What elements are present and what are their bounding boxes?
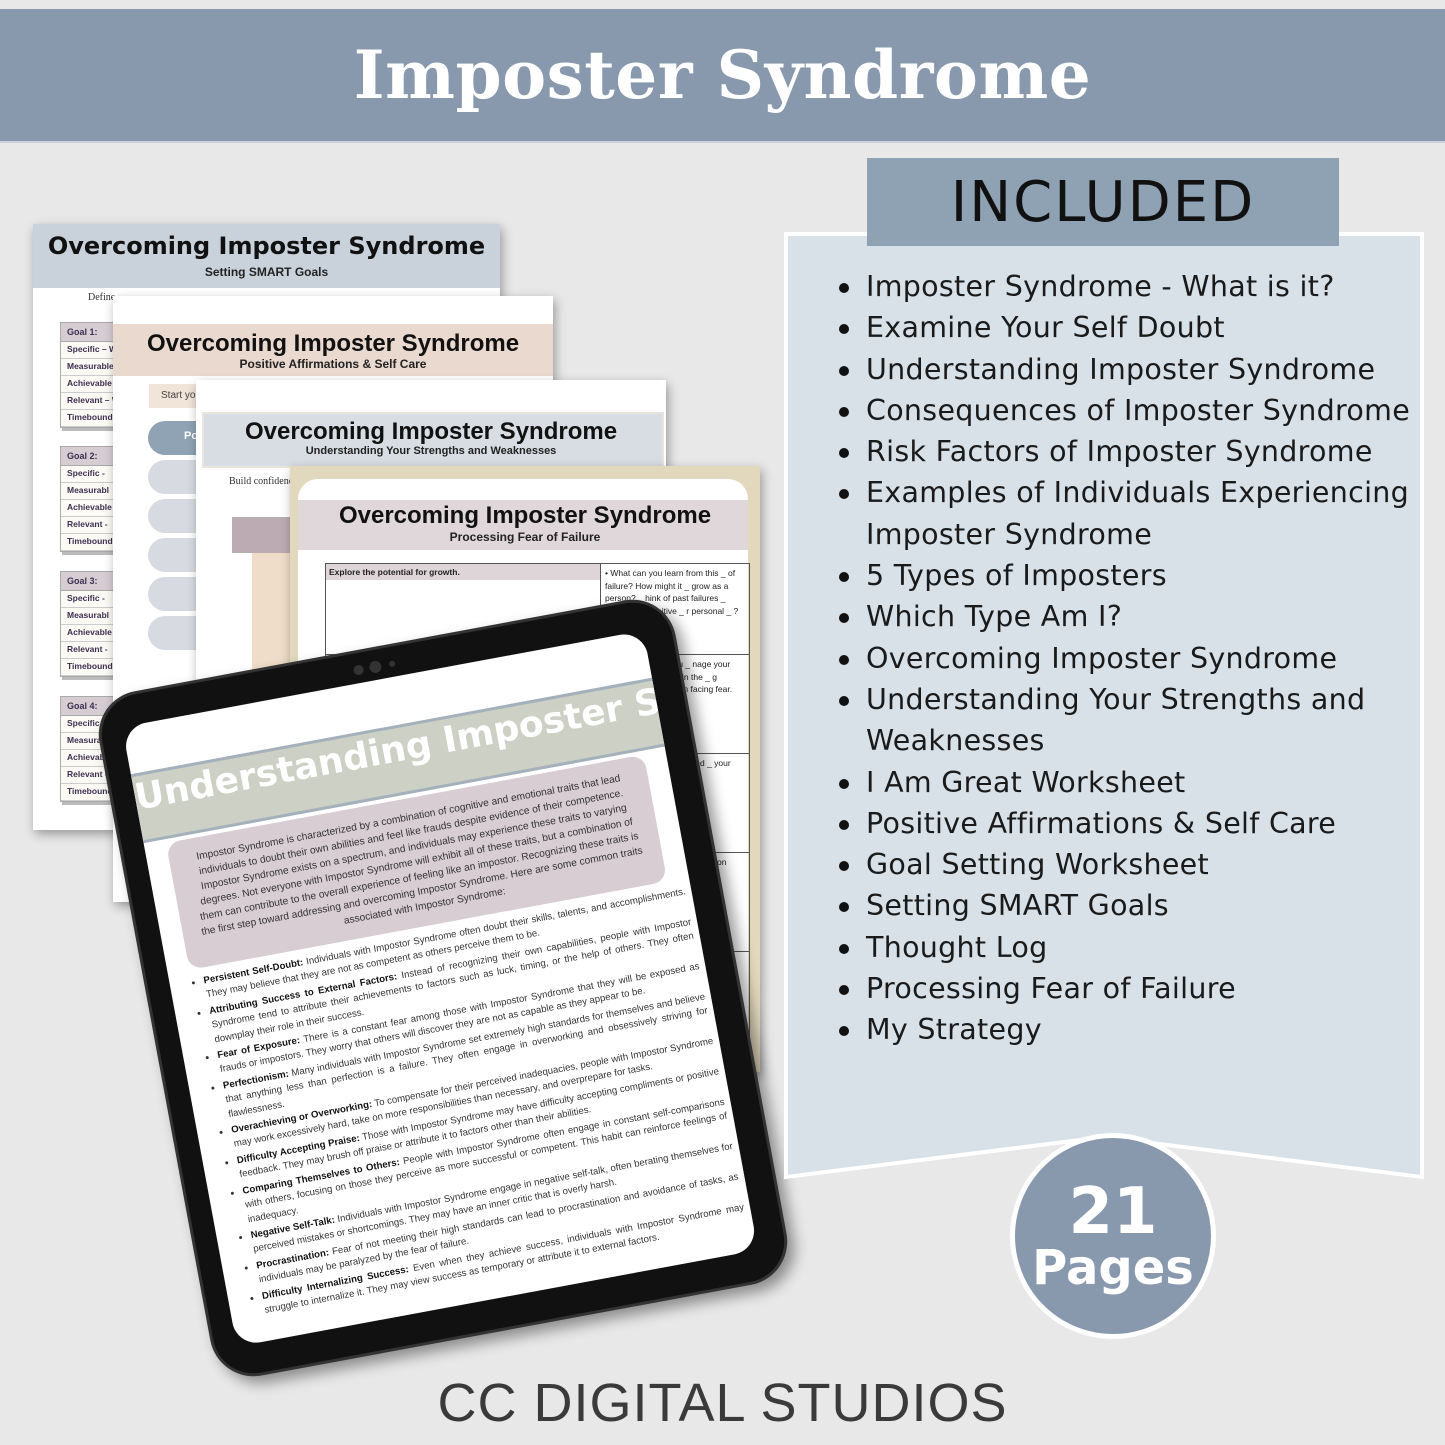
table-label: Explore the potential for growth. (326, 564, 600, 580)
camera-lens (368, 659, 383, 674)
page-subtitle: Positive Affirmations & Self Care (239, 357, 427, 371)
included-list: Imposter Syndrome - What is it? Examine Y… (836, 266, 1416, 1051)
page-title: Overcoming Imposter Syndrome (146, 330, 520, 357)
camera-dot (352, 664, 365, 676)
included-item: Risk Factors of Imposter Syndrome (836, 431, 1416, 472)
included-item: Examples of Individuals Experiencing Imp… (836, 472, 1416, 555)
included-item: Goal Setting Worksheet (836, 844, 1416, 885)
tablet-screen: Understanding Imposter Syndrome Impostor… (122, 630, 759, 1347)
page-title: Overcoming Imposter Syndrome (338, 502, 712, 529)
page-subtitle: Processing Fear of Failure (449, 530, 601, 544)
top-strip (0, 0, 1445, 9)
banner-title: Imposter Syndrome (353, 36, 1092, 114)
included-heading-tab: INCLUDED (867, 158, 1339, 246)
included-item: Processing Fear of Failure (836, 968, 1416, 1009)
included-item: 5 Types of Imposters (836, 555, 1416, 596)
included-item: Consequences of Imposter Syndrome (836, 390, 1416, 431)
included-item: Understanding Your Strengths and Weaknes… (836, 679, 1416, 762)
page-subtitle: Setting SMART Goals (204, 265, 329, 279)
intro-line: Build confidenc (229, 476, 294, 487)
included-item: Understanding Imposter Syndrome (836, 349, 1416, 390)
included-item: Positive Affirmations & Self Care (836, 803, 1416, 844)
included-item: Examine Your Self Doubt (836, 307, 1416, 348)
included-item: Setting SMART Goals (836, 885, 1416, 926)
tablet-mockup: Understanding Imposter Syndrome Impostor… (91, 592, 795, 1384)
brand-footer: CC DIGITAL STUDIOS (437, 1373, 1008, 1433)
included-item: Which Type Am I? (836, 596, 1416, 637)
page-count-label: Pages (1032, 1240, 1194, 1296)
page-count: 21 (1068, 1175, 1158, 1249)
page-title: Overcoming Imposter Syndrome (244, 418, 618, 445)
included-item: Imposter Syndrome - What is it? (836, 266, 1416, 307)
included-item: Overcoming Imposter Syndrome (836, 638, 1416, 679)
page-intro: Define (88, 292, 116, 303)
included-item: My Strategy (836, 1009, 1416, 1050)
title-banner: Imposter Syndrome (0, 9, 1445, 143)
included-item: I Am Great Worksheet (836, 762, 1416, 803)
page-count-badge: 21 Pages (1010, 1133, 1216, 1339)
page-subtitle: Understanding Your Strengths and Weaknes… (305, 445, 557, 457)
included-heading: INCLUDED (950, 169, 1256, 235)
included-item: Thought Log (836, 927, 1416, 968)
page-title: Overcoming Imposter Syndrome (47, 232, 486, 260)
sensor-dot (388, 660, 396, 668)
